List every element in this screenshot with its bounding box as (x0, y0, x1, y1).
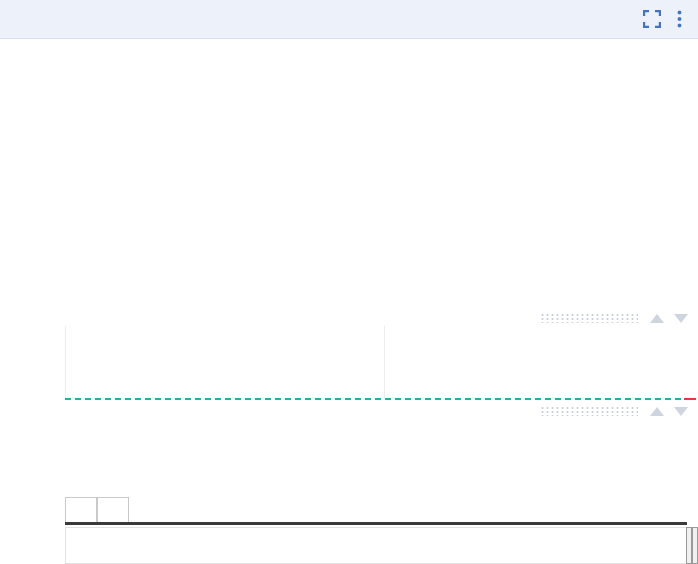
stock-kline-app (0, 0, 698, 564)
macd-pane-expand-icon[interactable] (650, 407, 664, 416)
volume-ma-zero-line (65, 398, 681, 400)
volume-pane-collapse-icon[interactable] (674, 314, 688, 323)
volume-pane[interactable] (65, 326, 688, 399)
macd-pane-collapse-icon[interactable] (674, 407, 688, 416)
minimap-handle-right[interactable] (692, 527, 698, 564)
macd-chart[interactable] (65, 419, 687, 497)
volume-zero-red-tick (684, 398, 696, 400)
macd-pane-resize-handle[interactable] (540, 406, 638, 416)
volume-pane-resize-handle[interactable] (540, 313, 638, 323)
minimap-line-chart (66, 528, 686, 563)
scroll-right-button[interactable] (97, 497, 129, 524)
volume-gridline (384, 326, 385, 399)
tabbar-actions (643, 0, 698, 38)
period-tabbar (0, 0, 698, 39)
minimap-range-handle[interactable] (686, 527, 698, 564)
candlestick-chart[interactable] (65, 85, 687, 297)
fullscreen-icon[interactable] (643, 10, 661, 28)
indicator-bar-divider (65, 522, 687, 525)
volume-pane-expand-icon[interactable] (650, 314, 664, 323)
kebab-menu-icon[interactable] (677, 10, 682, 28)
scroll-left-button[interactable] (65, 497, 97, 524)
history-minimap[interactable] (65, 527, 687, 564)
